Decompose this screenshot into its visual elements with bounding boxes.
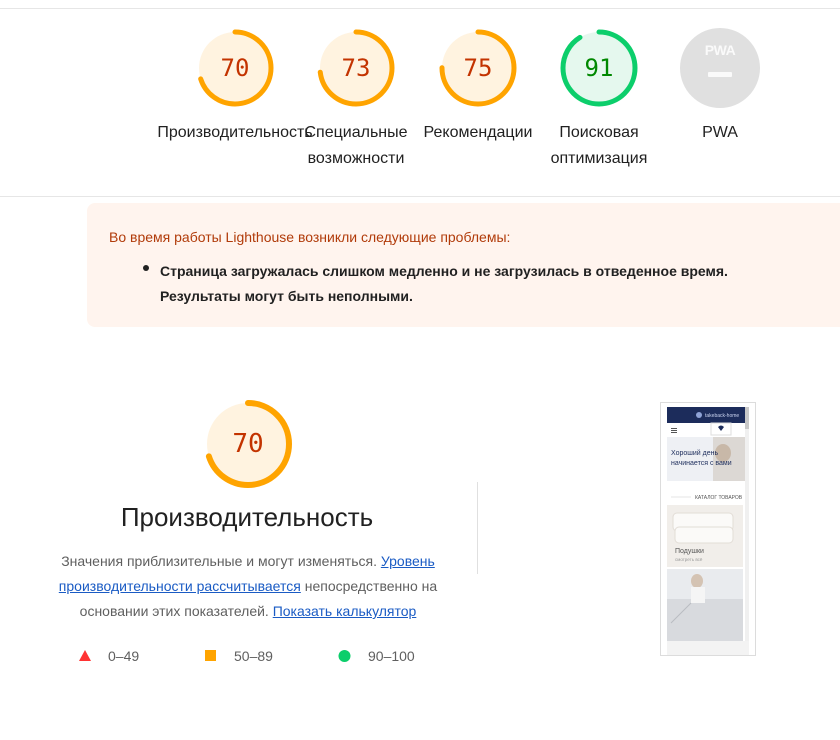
bullet-icon	[143, 265, 151, 273]
top-divider	[0, 8, 840, 9]
svg-text:Хороший день: Хороший день	[671, 449, 718, 457]
card-title: Подушки	[675, 548, 704, 555]
square-icon	[205, 650, 216, 661]
gauge-score: 91	[584, 54, 614, 82]
screenshot-image: takeback-home Хороший день начинается с …	[661, 403, 755, 655]
gauge-label-line: Поисковая	[559, 124, 639, 141]
svg-text:начинается с вами: начинается с вами	[671, 460, 732, 467]
gauge-label-line: оптимизация	[550, 150, 648, 167]
category-gauge[interactable]: 73	[316, 28, 396, 108]
gauge-score: 73	[341, 54, 371, 82]
category-gauge[interactable]: 91	[559, 28, 639, 108]
performance-title: Производительность	[120, 502, 374, 532]
gauge-score: 75	[463, 54, 493, 82]
gauge-label-line: Специальные	[304, 124, 408, 141]
gauge-score: 70	[220, 54, 250, 82]
gauge-label[interactable]: Поисковая оптимизация	[534, 120, 664, 172]
gauge-label[interactable]: Рекомендации	[413, 120, 543, 146]
vertical-divider	[477, 482, 478, 574]
pwa-dash-icon	[708, 72, 732, 77]
performance-score: 70	[232, 429, 264, 459]
circle-icon	[338, 650, 351, 662]
legend-label-pass: 90–100	[368, 648, 415, 664]
triangle-icon	[79, 650, 91, 661]
warning-item: Страница загружалась слишком медленно и …	[160, 263, 728, 304]
section-divider	[0, 196, 840, 197]
catalog-label: КАТАЛОГ ТОВАРОВ	[695, 495, 743, 501]
performance-description: Значения приблизительные и могут изменят…	[36, 549, 460, 624]
gauge-label-line: возможности	[307, 150, 405, 167]
gauge-label-line: Рекомендации	[423, 124, 533, 141]
performance-gauge: 70	[202, 398, 294, 490]
gauge-label-pwa[interactable]: PWA	[655, 120, 785, 146]
desc-text-1: Значения приблизительные и могут изменят…	[61, 553, 381, 569]
show-calculator-link[interactable]: Показать калькулятор	[273, 603, 417, 619]
warning-box: Во время работы Lighthouse возникли след…	[87, 203, 840, 327]
gauge-label[interactable]: Специальные возможности	[291, 120, 421, 172]
pwa-badge[interactable]: PWA	[680, 28, 760, 108]
legend-label-average: 50–89	[234, 648, 273, 664]
page-screenshot-thumbnail[interactable]: takeback-home Хороший день начинается с …	[660, 402, 756, 656]
card-link: смотреть всё	[675, 557, 703, 562]
legend-label-fail: 0–49	[108, 648, 140, 664]
warning-heading: Во время работы Lighthouse возникли след…	[109, 229, 511, 245]
site-name: takeback-home	[705, 413, 739, 419]
category-gauge[interactable]: 70	[195, 28, 275, 108]
category-gauge[interactable]: 75	[438, 28, 518, 108]
pwa-badge-text: PWA	[704, 42, 736, 58]
